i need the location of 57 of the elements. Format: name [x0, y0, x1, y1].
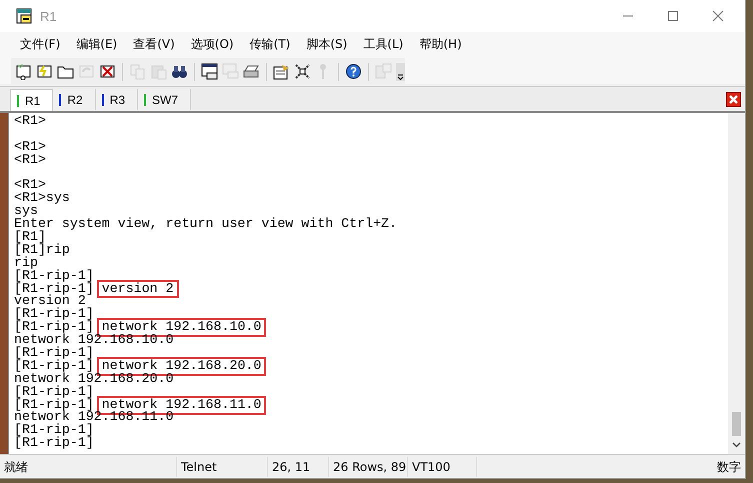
menu-item[interactable]: 工具(L): [363, 36, 404, 53]
terminal-line: <R1>: [14, 115, 46, 128]
session-tab[interactable]: R2: [53, 89, 96, 110]
scroll-thumb[interactable]: [732, 412, 741, 436]
menu-item[interactable]: 选项(O): [190, 36, 234, 53]
terminal-prompt: [R1-rip-1]: [14, 398, 94, 412]
tools-icon[interactable]: [294, 63, 311, 80]
terminal-line: <R1>sys: [14, 192, 70, 206]
help-icon[interactable]: [345, 63, 362, 80]
session-tab[interactable]: R3: [96, 89, 138, 110]
terminal-line: [R1-rip-1]: [14, 424, 94, 438]
terminal-line: [R1]: [14, 231, 46, 244]
menu-item[interactable]: 帮助(H): [419, 36, 462, 53]
terminal-line: Enter system view, return user view with Ctrl+Z.: [14, 218, 398, 232]
status-text: VT100: [408, 456, 477, 476]
terminal-prompt: [R1-rip-1]: [14, 321, 94, 334]
close-icon[interactable]: [712, 10, 724, 22]
toolbar-overflow-icon[interactable]: [396, 62, 405, 80]
terminal-line: rip: [14, 256, 38, 270]
options-icon[interactable]: [273, 63, 290, 80]
terminal-line: [R1-rip-1]: [14, 386, 94, 399]
menu-item[interactable]: 查看(V): [133, 36, 175, 53]
status-text: Telnet: [177, 456, 268, 476]
menu-item[interactable]: 编辑(E): [76, 36, 118, 53]
session-tab[interactable]: SW7: [138, 89, 192, 110]
maximize-icon[interactable]: [667, 10, 679, 22]
menu-item[interactable]: 传输(T): [250, 36, 290, 53]
highlighted-command: version 2: [96, 280, 179, 298]
status-text: 26, 11: [268, 456, 329, 476]
terminal-prompt: [R1-rip-1]: [14, 282, 94, 296]
terminal-line: [R1-rip-1]: [14, 270, 94, 283]
lightning-icon[interactable]: [36, 63, 53, 80]
terminal-line: [R1-rip-1]: [14, 308, 94, 322]
terminal-prompt: [R1-rip-1]: [14, 360, 94, 373]
status-text: 数字: [716, 458, 742, 476]
binoculars-icon[interactable]: [171, 63, 188, 80]
print-window-icon[interactable]: [201, 63, 218, 80]
connect-icon[interactable]: [15, 63, 32, 80]
scroll-down-icon[interactable]: [732, 442, 741, 448]
terminal-line: version 2: [14, 295, 86, 308]
terminal-line: <R1>: [14, 154, 46, 167]
terminal-line: [R1]rip: [14, 244, 70, 257]
terminal-line: [R1-rip-1]: [14, 437, 94, 450]
menu-item[interactable]: 脚本(S): [306, 36, 348, 53]
status-text: 就绪: [0, 456, 177, 476]
terminal-line: <R1>: [14, 179, 46, 192]
disconnect-icon[interactable]: [99, 63, 116, 80]
menu-item[interactable]: 文件(F): [20, 36, 60, 53]
printer-icon[interactable]: [243, 63, 260, 80]
terminal-line: sys: [14, 205, 38, 218]
app-icon: [16, 8, 32, 24]
close-tab-icon[interactable]: [726, 92, 741, 106]
status-text: 26 Rows, 89: [329, 456, 408, 476]
terminal-line: <R1>: [14, 140, 46, 154]
session-tab[interactable]: R1: [10, 89, 54, 111]
terminal-line: [R1-rip-1]: [14, 347, 94, 360]
window-title: R1: [40, 8, 57, 24]
